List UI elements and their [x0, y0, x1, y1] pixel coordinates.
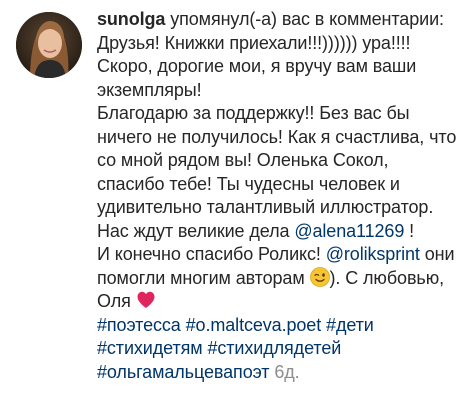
hashtag-link[interactable]: #стихидетям: [97, 338, 203, 358]
hashtag-link[interactable]: #стихидлядетей: [207, 338, 341, 358]
avatar-photo: [16, 12, 82, 78]
comment-paragraph-2: Скоро, дорогие мои, я вручу вам ваши экз…: [97, 56, 417, 100]
mention-link-roliksprint[interactable]: @roliksprint: [326, 244, 420, 264]
hashtag-link[interactable]: #поэтесса: [97, 315, 181, 335]
hashtags-block: #поэтесса #o.maltceva.poet #дети #стихиде…: [97, 314, 459, 385]
notification-header: sunolga упомянул(-а) вас в комментарии: …: [97, 8, 459, 55]
winking-face-icon: [309, 266, 330, 287]
hashtag-link[interactable]: #дети: [326, 315, 374, 335]
notification-body: sunolga упомянул(-а) вас в комментарии: …: [97, 8, 459, 384]
paragraph-3-tail: !: [404, 220, 415, 241]
mention-link-alena[interactable]: @alena11269: [294, 221, 404, 241]
red-heart-icon: [136, 290, 156, 310]
hashtag-link[interactable]: #ольгамальцевапоэт: [97, 362, 270, 382]
comment-paragraph-4: И конечно спасибо Роликс! @roliksprint о…: [97, 243, 459, 314]
timestamp: 6д.: [274, 361, 300, 382]
paragraph-4-text: И конечно спасибо Роликс!: [97, 244, 326, 264]
hashtag-link[interactable]: #o.maltceva.poet: [186, 315, 322, 335]
username-link[interactable]: sunolga: [97, 9, 165, 29]
mention-notification[interactable]: sunolga упомянул(-а) вас в комментарии: …: [0, 0, 463, 400]
avatar[interactable]: [16, 12, 82, 78]
comment-paragraph-3: Благодарю за поддержку!! Без вас бы ниче…: [97, 102, 459, 243]
